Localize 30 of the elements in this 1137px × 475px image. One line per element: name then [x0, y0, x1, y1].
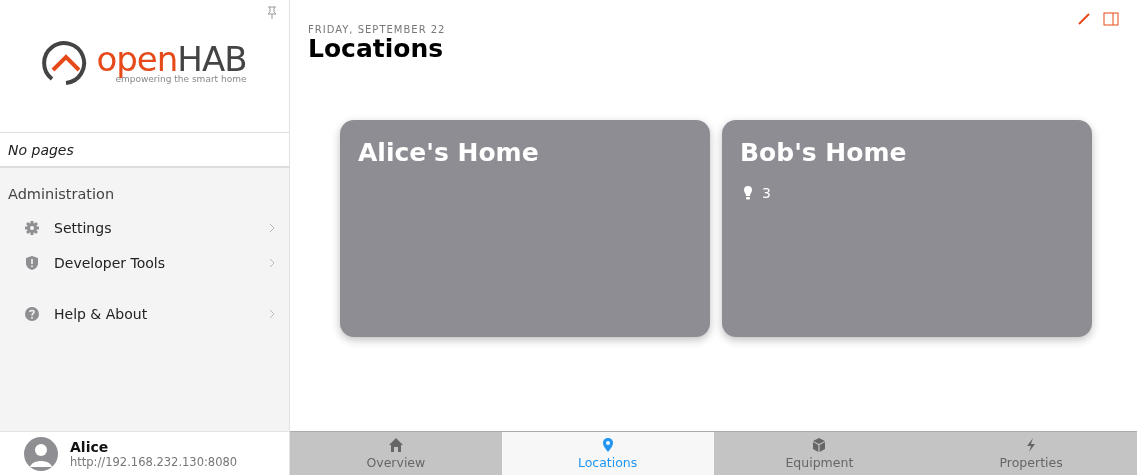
location-card[interactable]: Bob's Home 3 [722, 120, 1092, 337]
box-icon [811, 437, 828, 453]
server-address: http://192.168.232.130:8080 [70, 454, 238, 469]
home-icon [387, 437, 404, 453]
card-title: Alice's Home [358, 138, 540, 167]
date-label: FRIDAY, SEPTEMBER 22 [308, 24, 447, 35]
menu-item[interactable]: Developer Tools [0, 245, 289, 280]
menu-item[interactable]: Settings [0, 210, 289, 245]
chevron-icon [269, 222, 275, 233]
section-heading: Administration [7, 186, 116, 204]
badge-count: 3 [762, 185, 771, 201]
shield-icon [24, 254, 40, 271]
chevron-icon [269, 257, 275, 268]
chevron-icon [269, 308, 275, 319]
tab[interactable]: Locations [501, 432, 714, 475]
logo-wordmark: openHAB [96, 42, 247, 76]
tab[interactable]: Equipment [713, 432, 926, 475]
menu-item[interactable]: Help & About [0, 296, 289, 331]
edit-icon[interactable] [1077, 12, 1091, 26]
tab[interactable]: Properties [925, 432, 1137, 475]
pin-icon[interactable] [267, 6, 277, 20]
avatar-icon [24, 436, 58, 471]
user-name: Alice [70, 438, 110, 455]
location-card[interactable]: Alice's Home [340, 120, 710, 337]
gear-icon [24, 219, 40, 236]
card-title: Bob's Home [740, 138, 908, 167]
side-panel-icon[interactable] [1103, 12, 1119, 26]
page-title: Locations [308, 35, 445, 63]
tab[interactable]: Overview [290, 432, 502, 475]
help-icon [24, 305, 40, 322]
